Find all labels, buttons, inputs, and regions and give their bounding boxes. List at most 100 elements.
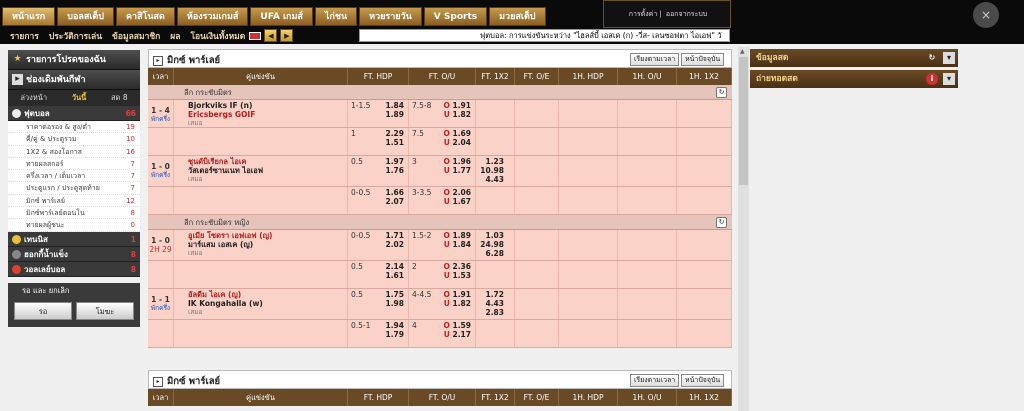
- subnav-items[interactable]: รายการ: [10, 29, 39, 43]
- scroll-up-icon[interactable]: ▲: [740, 48, 745, 55]
- current-page-button[interactable]: หน้าปัจจุบัน: [681, 53, 725, 66]
- ou-over-odds[interactable]: O 2.36: [443, 262, 471, 271]
- sport-tennis[interactable]: เทนนิส 1: [8, 231, 140, 247]
- sort-by-time-button[interactable]: เรียงตามเวลา: [630, 53, 680, 66]
- next-arrow-icon[interactable]: ▶: [280, 29, 294, 42]
- hdp-odds[interactable]: 2.14: [385, 262, 404, 271]
- sort-by-time-button-2[interactable]: เรียงตามเวลา: [630, 374, 680, 387]
- subnav-member-info[interactable]: ข้อมูลสมาชิก: [112, 29, 160, 43]
- hdp-odds[interactable]: 2.29: [385, 129, 404, 138]
- ou-under-odds[interactable]: U 1.82: [443, 299, 471, 308]
- sports-header[interactable]: ▸ ช่องเดิมพันกีฬา: [8, 70, 140, 90]
- hdp-odds[interactable]: 1.66: [385, 188, 404, 197]
- flag-icon[interactable]: [249, 31, 262, 40]
- football-submenu-item[interactable]: ครึ่งเวลา / เต็มเวลา 7: [8, 170, 140, 183]
- hdp-odds[interactable]: 2.02: [385, 240, 404, 249]
- info-icon[interactable]: i: [926, 73, 938, 85]
- filter-live[interactable]: สด 8: [111, 92, 128, 104]
- nav-tab-games-room[interactable]: ห้องรวมเกมส์: [176, 7, 249, 26]
- odds-1x2[interactable]: 1.03: [476, 231, 504, 240]
- hdp-odds[interactable]: 1.84: [385, 101, 404, 110]
- football-submenu-item[interactable]: มิกซ์ พาร์เลย์ 12: [8, 195, 140, 208]
- subnav-history[interactable]: ประวัติการเล่น: [49, 29, 102, 43]
- refresh-icon[interactable]: ↻: [716, 217, 727, 228]
- football-submenu-item[interactable]: ราคาต่อรอง & สูง/ต่ำ 19: [8, 121, 140, 134]
- refresh-icon[interactable]: ↻: [926, 52, 938, 64]
- football-submenu-item[interactable]: ทายผลผู้ชนะ 0: [8, 219, 140, 232]
- football-submenu-item[interactable]: ประตูแรก / ประตูสุดท้าย 7: [8, 182, 140, 195]
- ou-over-odds[interactable]: O 1.69: [443, 129, 471, 138]
- ou-over-odds[interactable]: O 1.91: [443, 290, 471, 299]
- draw-label: เสมอ: [188, 249, 203, 257]
- hdp-odds[interactable]: 1.79: [385, 330, 404, 339]
- hdp-odds[interactable]: 1.76: [385, 166, 404, 175]
- hdp-odds[interactable]: 1.51: [385, 138, 404, 147]
- ou-over-odds[interactable]: O 1.89: [443, 231, 471, 240]
- subnav-transfer-all[interactable]: โอนเงินทั้งหมด: [190, 29, 245, 43]
- ou-over-odds[interactable]: O 1.91: [443, 101, 471, 110]
- hdp-odds[interactable]: 1.97: [385, 157, 404, 166]
- live-stream-header[interactable]: ถ่ายทอดสด i ▾: [750, 70, 958, 88]
- nav-tab-casino[interactable]: คาสิโนสด: [116, 7, 175, 26]
- filter-early[interactable]: ล่วงหน้า: [20, 92, 47, 104]
- hdp-odds[interactable]: 1.89: [385, 110, 404, 119]
- nav-tab-muay-step[interactable]: มวยสเต็ป: [489, 7, 546, 26]
- live-info-header[interactable]: ข้อมูลสด ↻ ▾: [750, 49, 958, 67]
- nav-tab-vsports[interactable]: V Sports: [423, 7, 488, 26]
- odds-1x2[interactable]: 4.43: [476, 299, 504, 308]
- odds-1x2[interactable]: 24.98: [476, 240, 504, 249]
- ou-under-odds[interactable]: U 1.77: [443, 166, 471, 175]
- logout-link[interactable]: ออกจากระบบ: [666, 10, 707, 18]
- ou-under-odds[interactable]: U 1.82: [443, 110, 471, 119]
- hdp-odds[interactable]: 1.61: [385, 271, 404, 280]
- football-submenu-item[interactable]: คี่/คู่ & ประตูรวม 10: [8, 133, 140, 146]
- odds-1x2[interactable]: 2.83: [476, 308, 504, 317]
- collapse-icon[interactable]: ▸: [153, 376, 163, 387]
- sport-football[interactable]: ฟุตบอล 66: [8, 106, 140, 121]
- ou-under-odds[interactable]: U 2.04: [443, 138, 471, 147]
- ou-under-odds[interactable]: U 2.17: [443, 330, 471, 339]
- hdp-odds[interactable]: 1.94: [385, 321, 404, 330]
- prev-arrow-icon[interactable]: ◀: [264, 29, 278, 42]
- hdp-odds[interactable]: 2.07: [385, 197, 404, 206]
- nav-tab-cockfight[interactable]: ไก่ชน: [314, 7, 358, 26]
- collapse-icon[interactable]: ▸: [153, 55, 163, 66]
- ou-under-odds[interactable]: U 1.53: [443, 271, 471, 280]
- scrollbar-thumb[interactable]: [739, 57, 748, 185]
- collapse-down-icon[interactable]: ▾: [943, 73, 955, 85]
- settings-link[interactable]: การตั้งค่า: [629, 10, 658, 18]
- nav-tab-step[interactable]: บอลสเต็ป: [57, 7, 114, 26]
- refresh-icon[interactable]: ↻: [716, 87, 727, 98]
- current-page-button-2[interactable]: หน้าปัจจุบัน: [681, 374, 725, 387]
- wait-button[interactable]: รอ: [14, 301, 72, 320]
- nav-tab-lottery[interactable]: หวยรายวัน: [359, 7, 422, 26]
- sport-ice-hockey[interactable]: ฮอกกี้น้ำแข็ง 8: [8, 246, 140, 262]
- odds-1x2[interactable]: 4.43: [476, 175, 504, 184]
- close-icon[interactable]: ×: [973, 2, 999, 28]
- hdp-odds[interactable]: 1.71: [385, 231, 404, 240]
- scrollbar[interactable]: ▲: [738, 47, 749, 411]
- odds-1x2[interactable]: 1.72: [476, 290, 504, 299]
- football-submenu-item[interactable]: ทายผลสกอร์ 7: [8, 158, 140, 171]
- odds-1x2[interactable]: 6.28: [476, 249, 504, 258]
- ou-under-odds[interactable]: U 1.84: [443, 240, 471, 249]
- nav-tab-home[interactable]: หน้าแรก: [2, 7, 56, 26]
- odds-1x2[interactable]: 1.23: [476, 157, 504, 166]
- void-button[interactable]: โมฆะ: [76, 301, 134, 320]
- collapse-down-icon[interactable]: ▾: [943, 52, 955, 64]
- filter-today[interactable]: วันนี้: [72, 92, 86, 104]
- odds-1x2[interactable]: 10.98: [476, 166, 504, 175]
- favorites-header[interactable]: ★ รายการโปรดของฉัน: [8, 50, 140, 70]
- ou-over-odds[interactable]: O 2.06: [443, 188, 471, 197]
- match-row: 1 - 4 พักครึ่ง Bjorkviks IF (n) Ericsbergs …: [148, 100, 732, 128]
- football-submenu-item[interactable]: มิกซ์พาร์เลย์ตอนโน 8: [8, 207, 140, 220]
- hdp-odds[interactable]: 1.75: [385, 290, 404, 299]
- football-submenu-item[interactable]: 1X2 & สองโอกาส 16: [8, 146, 140, 158]
- nav-tab-ufa-games[interactable]: UFA เกมส์: [250, 7, 313, 26]
- ou-under-odds[interactable]: U 1.67: [443, 197, 471, 206]
- hdp-odds[interactable]: 1.98: [385, 299, 404, 308]
- ou-over-odds[interactable]: O 1.96: [443, 157, 471, 166]
- sport-volleyball[interactable]: วอลเลย์บอล 8: [8, 261, 140, 277]
- ou-over-odds[interactable]: O 1.59: [443, 321, 471, 330]
- subnav-results[interactable]: ผล: [170, 29, 180, 43]
